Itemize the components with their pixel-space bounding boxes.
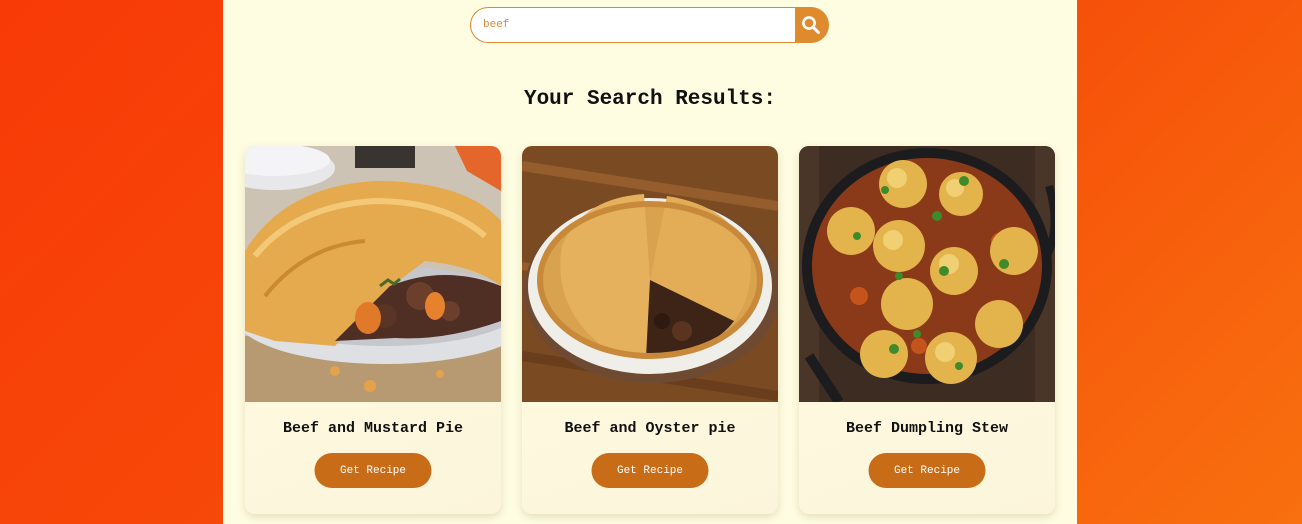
search-bar — [470, 7, 829, 43]
results-title: Your Search Results: — [523, 88, 777, 111]
recipe-title: Beef and Oyster pie — [564, 420, 736, 437]
recipe-card: Beef and Mustard Pie Get Recipe — [245, 146, 501, 514]
get-recipe-button[interactable]: Get Recipe — [591, 453, 709, 488]
main-container: Your Search Results: — [223, 0, 1077, 524]
recipe-card: Beef Dumpling Stew Get Recipe — [799, 146, 1055, 514]
recipe-title: Beef and Mustard Pie — [282, 420, 464, 437]
recipe-image — [522, 146, 778, 402]
get-recipe-button[interactable]: Get Recipe — [314, 453, 432, 488]
search-icon — [802, 16, 821, 34]
recipe-image — [245, 146, 501, 402]
search-button[interactable] — [795, 7, 829, 43]
recipe-card: Beef and Oyster pie Get Recipe — [522, 146, 778, 514]
recipe-list: Beef and Mustard Pie Get Recipe Beef and… — [245, 146, 1055, 514]
search-input[interactable] — [470, 7, 796, 43]
recipe-image — [799, 146, 1055, 402]
recipe-title: Beef Dumpling Stew — [845, 420, 1009, 437]
get-recipe-button[interactable]: Get Recipe — [868, 453, 986, 488]
